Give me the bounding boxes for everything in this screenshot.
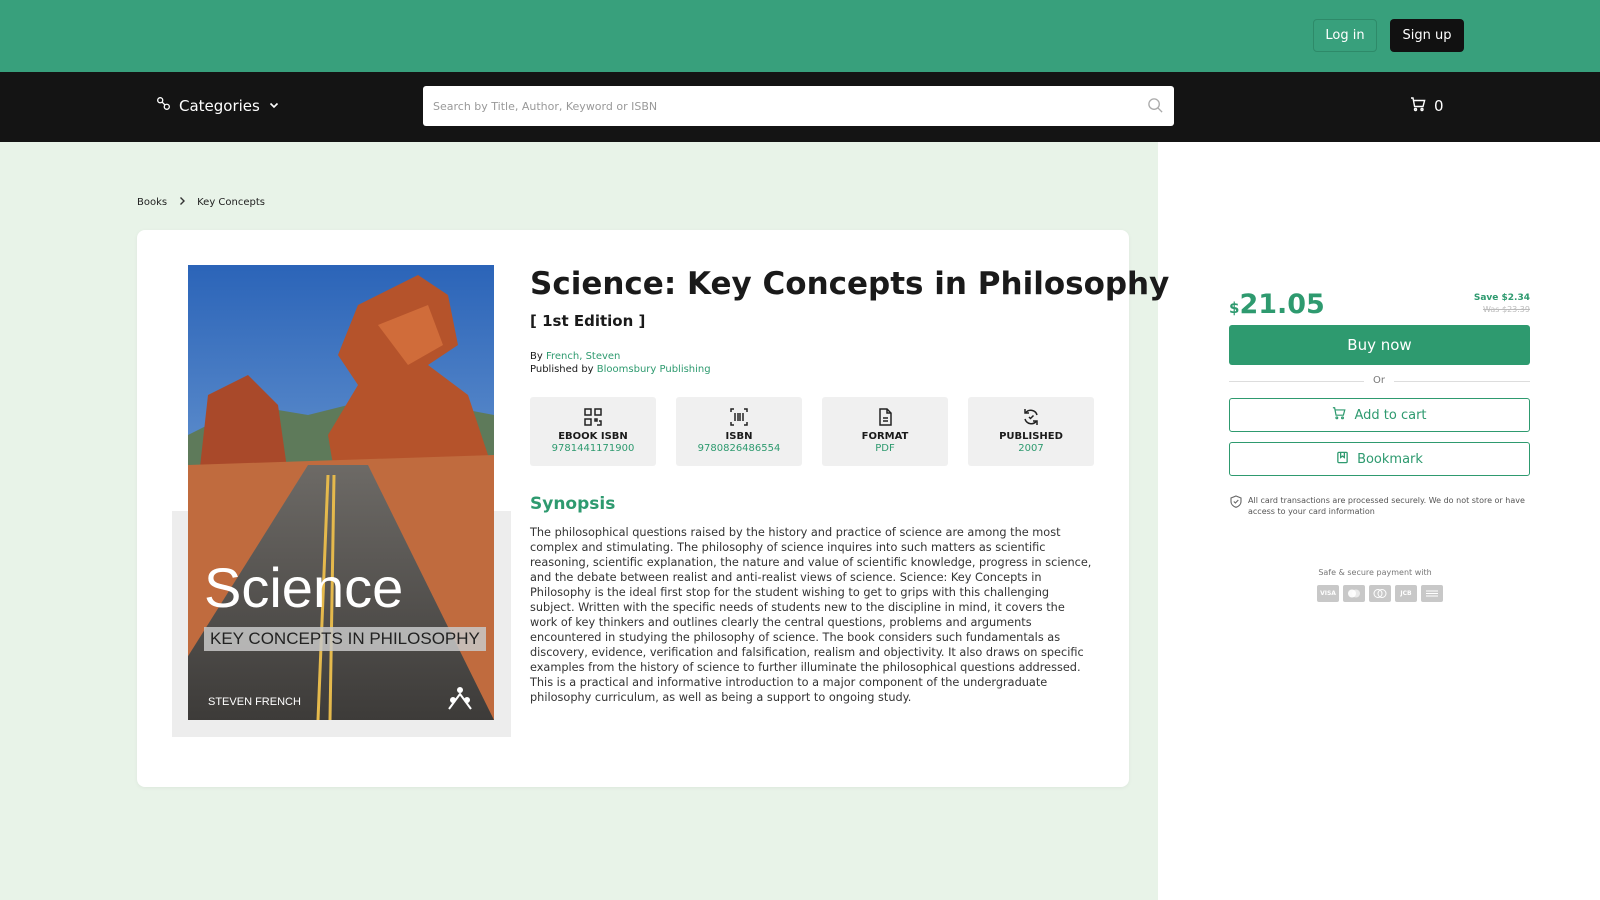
tile-value: PDF (875, 443, 895, 454)
tile-label: PUBLISHED (999, 431, 1063, 442)
payment-cards: VISA JCB (1317, 585, 1443, 602)
book-info-tiles: EBOOK ISBN 9781441171900 ISBN 9780826486… (530, 397, 1094, 466)
signup-button[interactable]: Sign up (1390, 19, 1464, 52)
cart-count: 0 (1434, 97, 1444, 115)
bookmark-button[interactable]: Bookmark (1229, 442, 1530, 476)
bookmark-icon (1336, 451, 1349, 468)
tile-label: EBOOK ISBN (558, 431, 628, 442)
book-edition: [ 1st Edition ] (530, 312, 646, 330)
tile-published: PUBLISHED 2007 (968, 397, 1094, 466)
maestro-circles (1373, 589, 1387, 598)
mastercard-circles (1348, 589, 1360, 598)
book-cover: Science KEY CONCEPTS IN PHILOSOPHY STEVE… (188, 265, 494, 720)
cart-icon (1410, 96, 1426, 116)
secure-note-text: All card transactions are processed secu… (1248, 496, 1525, 516)
secure-note: All card transactions are processed secu… (1230, 495, 1530, 517)
top-header: Log in Sign up (0, 0, 1600, 72)
tile-value: 9780826486554 (697, 443, 781, 454)
cover-subtitle: KEY CONCEPTS IN PHILOSOPHY (204, 627, 486, 651)
by-prefix: By (530, 351, 543, 362)
breadcrumb-key-concepts[interactable]: Key Concepts (197, 197, 265, 208)
publisher-logo-icon (448, 687, 472, 710)
author-link[interactable]: French, Steven (546, 351, 620, 362)
chevron-down-icon (268, 97, 280, 115)
tile-value: 9781441171900 (551, 443, 635, 454)
cover-author: STEVEN FRENCH (208, 696, 301, 708)
book-title: Science: Key Concepts in Philosophy (530, 266, 1170, 302)
purchase-panel (1158, 142, 1600, 900)
tile-label: ISBN (725, 431, 753, 442)
payment-label: Safe & secure payment with (1318, 568, 1432, 577)
search-bar (423, 86, 1174, 126)
synopsis-heading: Synopsis (530, 494, 616, 514)
add-to-cart-label: Add to cart (1354, 407, 1427, 423)
cart-button[interactable]: 0 (1410, 96, 1444, 116)
login-button[interactable]: Log in (1313, 19, 1377, 52)
qr-code-icon (584, 408, 602, 426)
cover-title: Science (204, 556, 404, 619)
chevron-right-icon (177, 196, 187, 209)
categories-label: Categories (179, 96, 260, 115)
breadcrumb: Books Key Concepts (137, 196, 265, 209)
tile-format: FORMAT PDF (822, 397, 948, 466)
book-detail-card: Science KEY CONCEPTS IN PHILOSOPHY STEVE… (137, 230, 1169, 787)
amex-card-icon (1421, 585, 1443, 602)
bookmark-label: Bookmark (1357, 451, 1423, 467)
breadcrumb-books[interactable]: Books (137, 197, 167, 208)
jcb-card-icon: JCB (1395, 585, 1417, 602)
price: $21.05 (1229, 289, 1325, 320)
add-to-cart-button[interactable]: Add to cart (1229, 398, 1530, 432)
publisher-link[interactable]: Bloomsbury Publishing (597, 364, 711, 375)
amex-lines (1426, 590, 1438, 597)
synopsis-text: The philosophical questions raised by th… (530, 526, 1092, 704)
search-input[interactable] (423, 86, 1174, 126)
barcode-icon (730, 408, 748, 426)
mastercard-icon (1343, 585, 1365, 602)
categories-icon (156, 96, 171, 115)
categories-dropdown[interactable]: Categories (156, 96, 280, 115)
was-price: Was $23.39 (1482, 305, 1530, 314)
book-byline: By French, Steven Published by Bloomsbur… (530, 350, 711, 376)
shield-check-icon (1230, 495, 1242, 517)
published-prefix: Published by (530, 364, 594, 375)
price-amount: 21.05 (1239, 289, 1325, 320)
maestro-card-icon (1369, 585, 1391, 602)
tile-isbn: ISBN 9780826486554 (676, 397, 802, 466)
cart-icon (1332, 406, 1347, 424)
save-amount: Save $2.34 (1473, 293, 1530, 303)
document-icon (879, 408, 892, 426)
buy-now-button[interactable]: Buy now (1229, 325, 1530, 365)
nav-bar: Categories 0 (0, 72, 1600, 142)
tile-ebook-isbn: EBOOK ISBN 9781441171900 (530, 397, 656, 466)
or-label: Or (1364, 375, 1394, 386)
refresh-icon (1024, 409, 1038, 425)
cover-illustration (188, 265, 494, 720)
price-currency: $ (1229, 299, 1240, 317)
visa-card-icon: VISA (1317, 585, 1339, 602)
tile-value: 2007 (1018, 443, 1044, 454)
tile-label: FORMAT (861, 431, 909, 442)
search-icon[interactable] (1147, 97, 1164, 118)
